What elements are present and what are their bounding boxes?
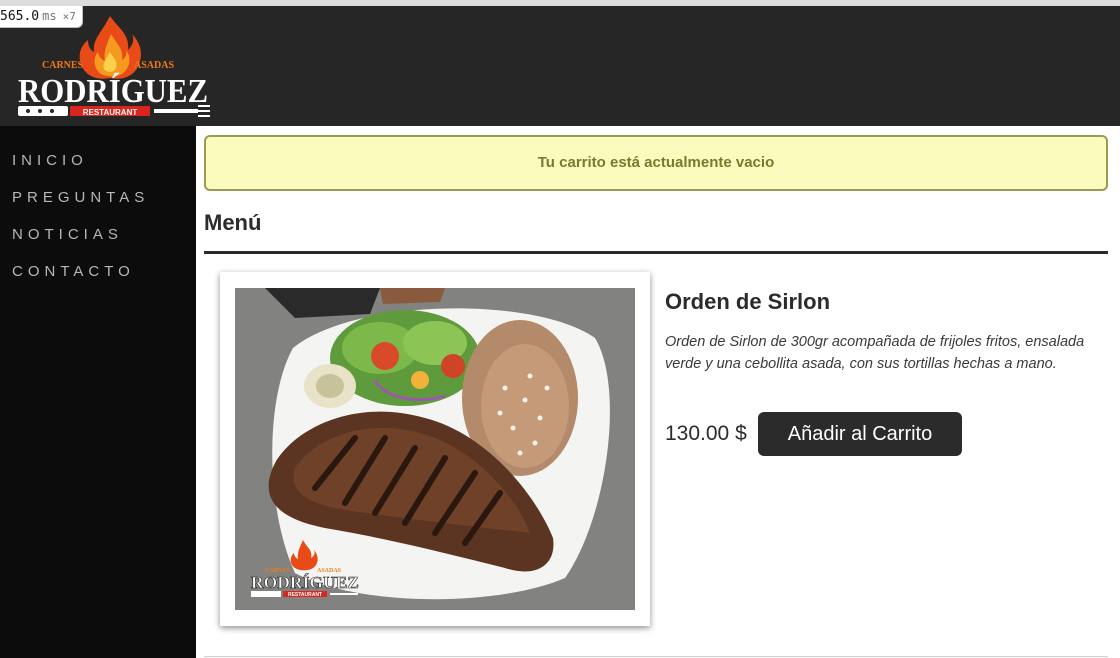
empty-cart-alert: Tu carrito está actualmente vacio [204, 135, 1108, 191]
brand-line-left: CARNES [42, 60, 84, 71]
menu-title: Menú [204, 210, 262, 235]
flame-logo-icon: CARNES ASADAS RODRÍGUEZ RESTAURANT [18, 16, 210, 117]
nav-item-inicio[interactable]: INICIO [0, 150, 196, 187]
site-header: CARNES ASADAS RODRÍGUEZ RESTAURANT [0, 6, 1120, 126]
timing-multiplier: ×7 [62, 10, 76, 23]
section-bottom-divider [204, 656, 1108, 657]
product-price: 130.00 $ [665, 422, 747, 445]
product-name: Orden de Sirlon [665, 289, 831, 314]
nav-item-contacto[interactable]: CONTACTO [0, 261, 196, 298]
brand-logo[interactable]: CARNES ASADAS RODRÍGUEZ RESTAURANT [14, 14, 214, 126]
timing-value: 565.0 [0, 9, 40, 24]
main-content: Tu carrito está actualmente vacio Menú C… [196, 126, 1120, 658]
brand-line-right: ASADAS [134, 60, 174, 71]
sidebar-nav: INICIO PREGUNTAS NOTICIAS CONTACTO [0, 126, 196, 658]
sirloin-plate-image: CARNES ASADAS RODRÍGUEZ RESTAURANT [235, 288, 635, 610]
add-to-cart-button[interactable]: Añadir al Carrito [758, 412, 962, 456]
product-description: Orden de Sirlon de 300gr acompañada de f… [665, 334, 1085, 372]
brand-sub: RESTAURANT [83, 108, 138, 117]
brand-name: RODRÍGUEZ [18, 73, 208, 110]
menu-divider [204, 251, 1108, 254]
timing-unit: ms [42, 9, 57, 23]
watermark-sub: RESTAURANT [288, 592, 322, 598]
render-timing-overlay: 565.0 ms ×7 [0, 6, 83, 28]
product-image-card: CARNES ASADAS RODRÍGUEZ RESTAURANT [220, 272, 650, 626]
nav-item-noticias[interactable]: NOTICIAS [0, 224, 196, 261]
watermark-name: RODRÍGUEZ [251, 573, 359, 592]
nav-item-preguntas[interactable]: PREGUNTAS [0, 187, 196, 224]
